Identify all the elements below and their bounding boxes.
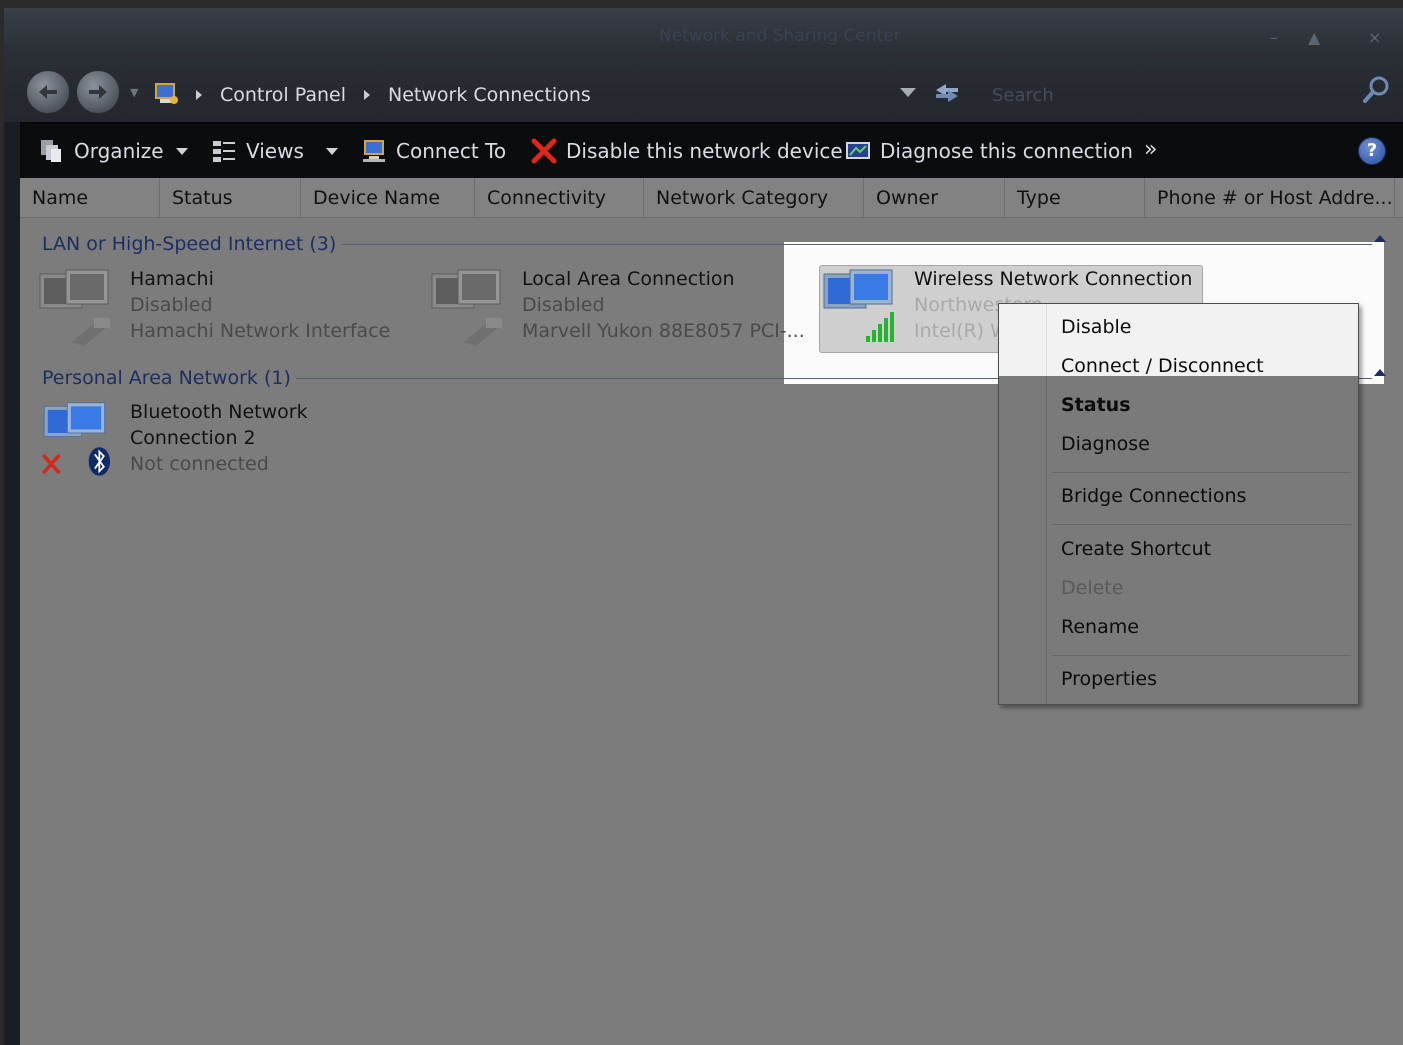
refresh-icon[interactable] bbox=[932, 80, 962, 106]
wireless-network-icon bbox=[823, 269, 894, 342]
control-panel-icon bbox=[155, 83, 178, 104]
collapse-chevron-icon[interactable] bbox=[1374, 369, 1386, 376]
connection-device: Hamachi Network Interface bbox=[130, 320, 391, 342]
maximize-button[interactable]: ▲ bbox=[1308, 28, 1320, 47]
group-header-lan[interactable]: LAN or High-Speed Internet (3) bbox=[20, 229, 1390, 259]
views-label: Views bbox=[246, 139, 304, 163]
organize-button[interactable]: Organize bbox=[38, 123, 188, 179]
connection-name: Bluetooth Network bbox=[130, 401, 308, 423]
menu-item-connect-disconnect[interactable]: Connect / Disconnect bbox=[1061, 355, 1264, 377]
window-title: Network and Sharing Center bbox=[659, 26, 901, 46]
forward-button[interactable] bbox=[76, 70, 120, 114]
menu-item-properties[interactable]: Properties bbox=[1061, 668, 1157, 690]
recent-pages-dropdown[interactable]: ▼ bbox=[130, 86, 138, 99]
connect-to-icon bbox=[363, 140, 385, 162]
crumb-control-panel[interactable]: Control Panel bbox=[220, 84, 346, 106]
menu-item-create-shortcut[interactable]: Create Shortcut bbox=[1061, 538, 1211, 560]
column-header-connectivity[interactable]: Connectivity bbox=[475, 178, 644, 218]
connection-status: Disabled bbox=[522, 294, 605, 316]
disable-device-button[interactable]: Disable this network device bbox=[530, 123, 843, 179]
forward-arrow-icon bbox=[89, 85, 107, 99]
minimize-button[interactable]: – bbox=[1270, 28, 1278, 47]
search-placeholder: Search bbox=[992, 85, 1054, 106]
column-header-phone-host[interactable]: Phone # or Host Addre... bbox=[1145, 178, 1395, 218]
group-label-lan: LAN or High-Speed Internet (3) bbox=[42, 233, 337, 255]
column-header-status[interactable]: Status bbox=[160, 178, 301, 218]
title-bar: Network and Sharing Center – ▲ × ▼ Contr… bbox=[4, 8, 1403, 122]
views-icon bbox=[213, 141, 235, 162]
context-menu: Disable Connect / Disconnect Status Diag… bbox=[998, 303, 1359, 705]
more-commands-button[interactable]: » bbox=[1144, 137, 1157, 162]
wired-network-icon bbox=[39, 269, 110, 346]
column-headers: Name Status Device Name Connectivity Net… bbox=[20, 178, 1403, 218]
menu-item-delete[interactable]: Delete bbox=[1061, 577, 1123, 599]
connection-name-line2: Connection 2 bbox=[130, 427, 256, 449]
column-header-type[interactable]: Type bbox=[1005, 178, 1145, 218]
diagnose-icon bbox=[846, 142, 870, 159]
back-arrow-icon bbox=[39, 85, 57, 99]
menu-item-bridge-connections[interactable]: Bridge Connections bbox=[1061, 485, 1246, 507]
context-menu-gutter-top bbox=[999, 304, 1047, 376]
column-header-owner[interactable]: Owner bbox=[864, 178, 1005, 218]
menu-item-disable[interactable]: Disable bbox=[1061, 316, 1131, 338]
back-button[interactable] bbox=[26, 70, 70, 114]
diagnose-connection-label: Diagnose this connection bbox=[880, 139, 1133, 163]
connection-name: Hamachi bbox=[130, 268, 214, 290]
organize-icon bbox=[41, 140, 61, 162]
connection-status: Not connected bbox=[130, 453, 269, 475]
menu-separator bbox=[1051, 472, 1351, 473]
menu-item-diagnose[interactable]: Diagnose bbox=[1061, 433, 1150, 455]
menu-separator bbox=[1051, 655, 1351, 656]
organize-label: Organize bbox=[74, 139, 164, 163]
group-label-pan: Personal Area Network (1) bbox=[42, 367, 291, 389]
connection-item-local-area[interactable]: Local Area Connection Disabled Marvell Y… bbox=[430, 268, 810, 348]
views-dropdown-icon bbox=[325, 147, 338, 155]
connection-item-bluetooth[interactable]: Bluetooth Network Connection 2 Not conne… bbox=[38, 401, 418, 491]
red-x-icon bbox=[531, 138, 557, 164]
organize-dropdown-icon bbox=[175, 147, 188, 155]
connect-to-label: Connect To bbox=[396, 139, 507, 163]
search-icon[interactable] bbox=[1362, 74, 1392, 104]
connection-item-hamachi[interactable]: Hamachi Disabled Hamachi Network Interfa… bbox=[38, 268, 418, 348]
crumb-separator-icon bbox=[196, 90, 202, 100]
help-icon[interactable]: ? bbox=[1358, 137, 1386, 165]
menu-item-status[interactable]: Status bbox=[1061, 394, 1131, 416]
collapse-chevron-icon[interactable] bbox=[1374, 235, 1386, 242]
search-box[interactable]: Search bbox=[984, 76, 1390, 116]
connect-to-button[interactable]: Connect To bbox=[360, 123, 506, 179]
address-dropdown-icon[interactable] bbox=[900, 88, 916, 97]
column-header-name[interactable]: Name bbox=[20, 178, 160, 218]
column-header-device-name[interactable]: Device Name bbox=[301, 178, 475, 218]
diagnose-connection-button[interactable]: Diagnose this connection bbox=[844, 123, 1133, 179]
menu-separator bbox=[1051, 524, 1351, 525]
menu-item-rename[interactable]: Rename bbox=[1061, 616, 1139, 638]
column-header-network-category[interactable]: Network Category bbox=[644, 178, 864, 218]
address-bar[interactable]: Control Panel Network Connections bbox=[148, 72, 928, 116]
disable-device-label: Disable this network device bbox=[566, 139, 843, 163]
crumb-network-connections[interactable]: Network Connections bbox=[388, 84, 591, 106]
bluetooth-network-icon bbox=[42, 402, 110, 476]
command-bar: Organize Views Connect To Disable this n… bbox=[20, 122, 1403, 178]
close-button[interactable]: × bbox=[1368, 28, 1381, 47]
group-divider bbox=[342, 244, 1372, 245]
wired-network-icon bbox=[431, 269, 502, 346]
connection-name: Local Area Connection bbox=[522, 268, 735, 290]
connection-name: Wireless Network Connection bbox=[914, 268, 1193, 290]
connection-status: Disabled bbox=[130, 294, 213, 316]
connection-device: Intel(R) W bbox=[914, 320, 1009, 342]
crumb-separator-icon bbox=[364, 90, 370, 100]
views-button[interactable]: Views bbox=[210, 123, 338, 179]
connection-device: Marvell Yukon 88E8057 PCI-... bbox=[522, 320, 805, 342]
